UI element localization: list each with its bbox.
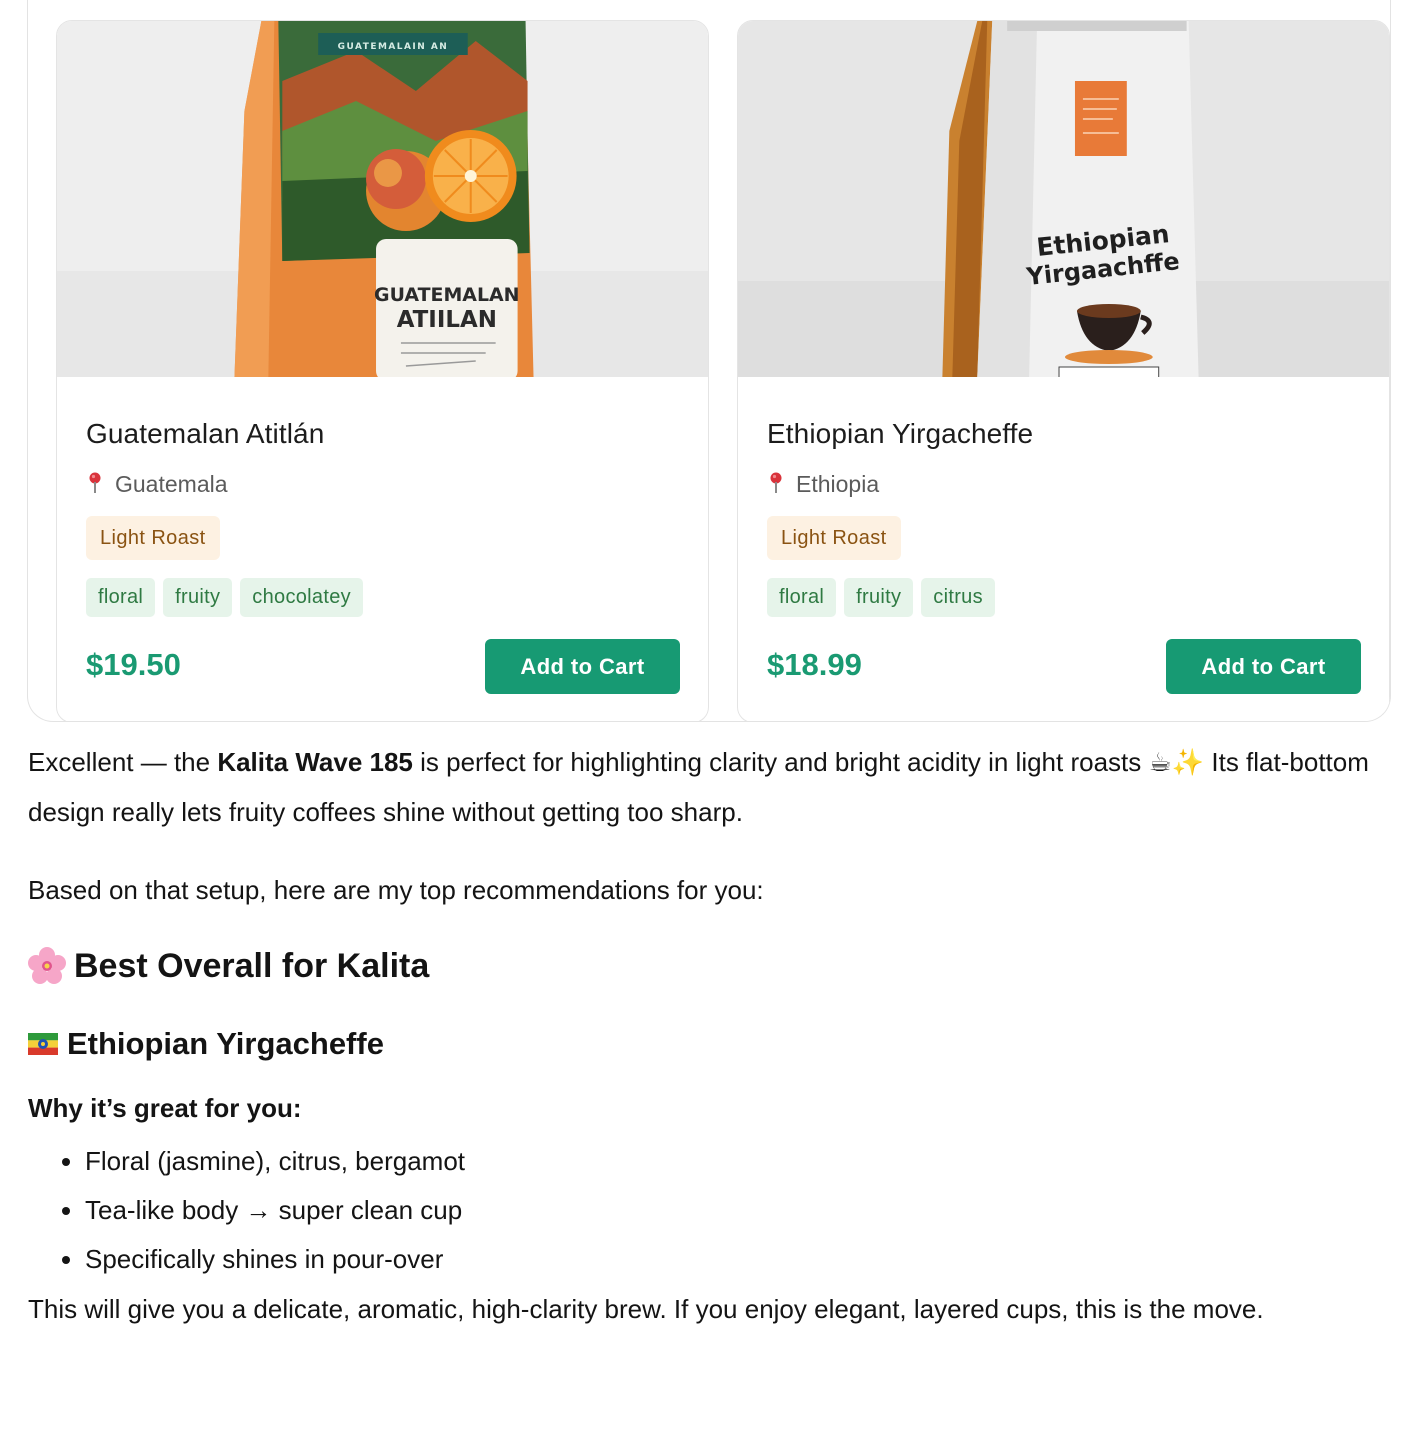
intro-bold-brewer: Kalita Wave 185 — [217, 747, 413, 777]
pin-icon — [770, 472, 782, 493]
cherry-blossom-icon — [28, 947, 66, 984]
roast-badge: Light Roast — [767, 516, 901, 560]
intro-paragraph: Excellent — the Kalita Wave 185 is perfe… — [28, 737, 1388, 837]
flavor-tag: floral — [86, 578, 156, 617]
flavor-tag: citrus — [921, 578, 995, 617]
setup-paragraph: Based on that setup, here are my top rec… — [28, 875, 764, 905]
bag-top-label: GUATEMALAIN AN — [338, 42, 449, 52]
flavor-tag: chocolatey — [240, 578, 363, 617]
flavor-tag: floral — [767, 578, 837, 617]
assistant-message: Excellent — the Kalita Wave 185 is perfe… — [28, 737, 1388, 1334]
product-image-ethiopian-bag: Ethiopian Yirgaachffe — [738, 21, 1389, 377]
product-price: $18.99 — [767, 647, 862, 682]
product-card[interactable]: Ethiopian Yirgaachffe Ethiopian Yirgache… — [737, 20, 1390, 721]
best-heading-text: Best Overall for Kalita — [74, 947, 430, 985]
flavor-tag: fruity — [163, 578, 233, 617]
list-item: Specifically shines in pour-over — [85, 1235, 1388, 1284]
product-origin: Ethiopia — [768, 471, 879, 498]
list-item: Tea-like body → super clean cup — [85, 1186, 1388, 1235]
list-item: Floral (jasmine), citrus, bergamot — [85, 1137, 1388, 1186]
closing-paragraph: This will give you a delicate, aromatic,… — [28, 1294, 1264, 1324]
product-name: Guatemalan Atitlán — [86, 418, 325, 449]
product-name: Ethiopian Yirgacheffe — [767, 418, 1034, 449]
best-overall-heading: Best Overall for Kalita — [28, 941, 1388, 991]
reasons-list: Floral (jasmine), citrus, bergamot Tea-l… — [28, 1137, 1388, 1284]
flavor-tags: floral fruity chocolatey — [86, 578, 363, 617]
product-heading: Ethiopian Yirgacheffe — [28, 1019, 1388, 1069]
intro-text: Excellent — the — [28, 747, 218, 777]
roast-badge: Light Roast — [86, 516, 220, 560]
product-heading-text: Ethiopian Yirgacheffe — [67, 1026, 384, 1061]
bag-label-line-2: ATIILAN — [397, 307, 497, 333]
product-carousel: GUATEMALAIN AN GUATEMALAN ATIILAN Guatem… — [27, 0, 1391, 722]
flavor-tags: floral fruity citrus — [767, 578, 995, 617]
add-to-cart-button[interactable]: Add to Cart — [485, 639, 680, 694]
origin-label: Guatemala — [115, 471, 228, 497]
product-image-guatemalan-bag: GUATEMALAIN AN GUATEMALAN ATIILAN — [57, 21, 708, 377]
product-origin: Guatemala — [87, 471, 228, 498]
why-label: Why it’s great for you: — [28, 1093, 302, 1123]
pin-icon — [89, 472, 101, 493]
bag-label-line-1: GUATEMALAN — [374, 284, 519, 306]
origin-label: Ethiopia — [796, 471, 880, 497]
product-price: $19.50 — [86, 647, 181, 682]
product-card[interactable]: GUATEMALAIN AN GUATEMALAN ATIILAN Guatem… — [56, 20, 709, 721]
flavor-tag: fruity — [844, 578, 914, 617]
add-to-cart-button[interactable]: Add to Cart — [1166, 639, 1361, 694]
ethiopia-flag-icon — [28, 1033, 58, 1055]
